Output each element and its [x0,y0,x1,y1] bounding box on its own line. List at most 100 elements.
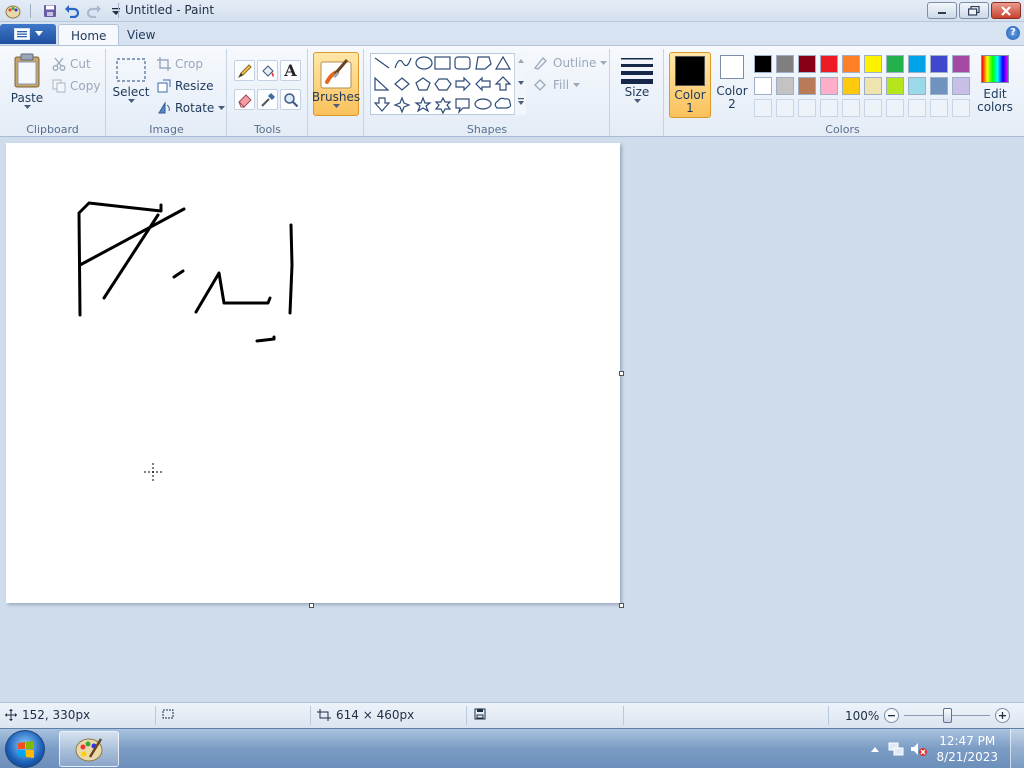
palette-color-swatch[interactable] [754,55,772,73]
restore-button[interactable] [959,2,989,19]
palette-color-swatch[interactable] [930,55,948,73]
outline-button[interactable]: Outline [533,56,608,70]
palette-color-swatch[interactable] [908,55,926,73]
palette-color-swatch[interactable] [864,77,882,95]
custom-color-slot[interactable] [864,99,882,117]
palette-color-swatch[interactable] [776,55,794,73]
selection-rectangle-icon [116,58,146,82]
resize-button[interactable]: Resize [157,79,213,93]
zoom-in-button[interactable] [995,708,1011,723]
oval-callout-shape-icon [474,98,492,110]
palette-color-swatch[interactable] [842,77,860,95]
palette-color-swatch[interactable] [908,77,926,95]
palette-color-swatch[interactable] [776,77,794,95]
clipboard-group-label: Clipboard [26,123,79,136]
copy-button[interactable]: Copy [52,79,100,93]
clock[interactable]: 12:47 PM 8/21/2023 [936,733,998,765]
custom-color-slot[interactable] [842,99,860,117]
outline-dropdown-icon [600,60,608,65]
brushes-button[interactable]: Brushes [312,52,360,116]
volume-muted-icon[interactable] [910,741,928,757]
six-point-star-shape-icon [434,96,452,115]
palette-color-swatch[interactable] [930,77,948,95]
triangle-shape-icon [494,55,512,70]
paste-button[interactable]: Paste [10,53,44,110]
color2-number: 2 [728,97,736,111]
shapes-gallery-scroll[interactable] [514,53,526,115]
cursor-position-text: 152, 330px [22,708,91,722]
undo-icon[interactable] [63,2,81,20]
fill-button[interactable]: Fill [533,78,581,92]
text-tool[interactable]: A [280,60,301,81]
paint-app-icon[interactable] [4,2,22,20]
palette-color-swatch[interactable] [820,77,838,95]
size-label: Size [624,85,650,99]
clock-time: 12:47 PM [939,734,996,748]
save-icon[interactable] [41,2,59,20]
zoom-slider[interactable] [904,708,991,723]
select-button[interactable]: Select [112,57,150,104]
palette-color-swatch[interactable] [798,77,816,95]
eraser-tool[interactable] [234,89,255,110]
cut-button[interactable]: Cut [52,57,91,71]
palette-color-swatch[interactable] [886,55,904,73]
size-button[interactable]: Size [619,55,655,104]
stroke-underline [255,335,276,343]
color-palette [754,55,976,121]
crop-label: Crop [175,57,204,71]
zoom-out-button[interactable] [884,708,900,723]
fill-tool[interactable] [257,60,278,81]
custom-color-slot[interactable] [930,99,948,117]
tab-home[interactable]: Home [58,24,120,46]
rotate-dropdown-icon [218,105,226,110]
custom-color-slot[interactable] [820,99,838,117]
paint-menu-button[interactable] [0,24,56,44]
line-shape-icon [374,57,390,69]
color1-number: 1 [686,101,694,115]
custom-color-slot[interactable] [886,99,904,117]
palette-color-swatch[interactable] [864,55,882,73]
palette-color-swatch[interactable] [754,77,772,95]
custom-color-slot[interactable] [798,99,816,117]
zoom-level-text: 100% [845,708,880,723]
zoom-slider-thumb[interactable] [943,708,953,723]
color1-button[interactable]: Color 1 [669,52,711,118]
custom-color-slot[interactable] [908,99,926,117]
network-icon[interactable] [888,741,904,757]
resize-handle-bottom[interactable] [309,603,314,608]
close-button[interactable] [991,2,1021,19]
colors-group-label: Colors [825,123,860,136]
color2-swatch [720,55,744,79]
palette-color-swatch[interactable] [842,55,860,73]
palette-color-swatch[interactable] [952,77,970,95]
crop-button[interactable]: Crop [157,57,203,71]
palette-color-swatch[interactable] [798,55,816,73]
custom-color-slot[interactable] [952,99,970,117]
qat-divider [30,4,31,18]
tab-view[interactable]: View [115,24,167,46]
resize-handle-corner[interactable] [619,603,624,608]
drawing-canvas[interactable] [6,143,620,603]
palette-color-swatch[interactable] [952,55,970,73]
palette-color-swatch[interactable] [820,55,838,73]
custom-color-slot[interactable] [776,99,794,117]
start-button[interactable] [5,730,45,768]
help-icon[interactable]: ? [1006,26,1020,40]
show-desktop-button[interactable] [1010,729,1024,768]
palette-color-swatch[interactable] [886,77,904,95]
taskbar-paint-item[interactable] [59,731,119,767]
show-hidden-icons-icon[interactable] [870,745,880,753]
custom-color-slot[interactable] [754,99,772,117]
pencil-tool[interactable] [234,60,255,81]
rounded-rectangle-shape-icon [454,56,471,70]
minimize-button[interactable] [927,2,957,19]
color2-button[interactable]: Color 2 [713,55,751,111]
magnifier-tool[interactable] [280,89,301,110]
rotate-button[interactable]: Rotate [157,101,226,115]
edit-colors-button[interactable]: Edit colors [975,55,1015,114]
redo-icon[interactable] [85,2,103,20]
customize-qat-icon[interactable] [107,2,125,20]
resize-handle-right[interactable] [619,371,624,376]
file-size [474,708,486,720]
color-picker-tool[interactable] [257,89,278,110]
